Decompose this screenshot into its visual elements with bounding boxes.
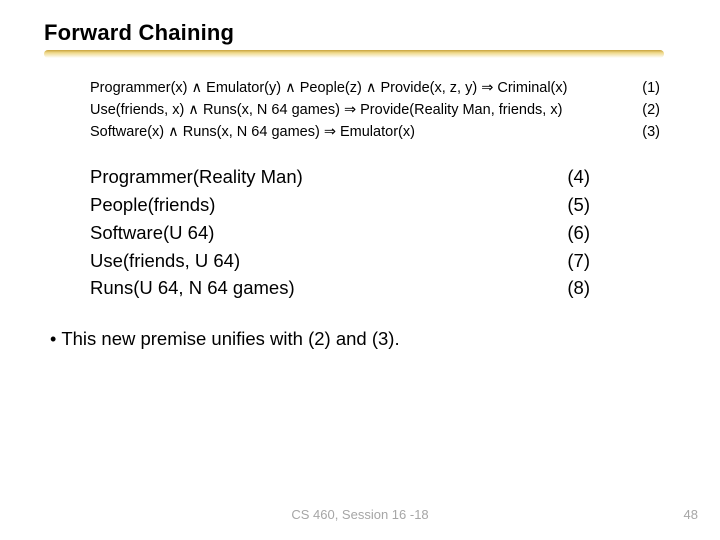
premise-row: Software(x) ∧ Runs(x, N 64 games) ⇒ Emul…	[90, 122, 700, 144]
fact-row: People(friends) (5)	[90, 191, 700, 219]
fact-row: Use(friends, U 64) (7)	[90, 247, 700, 275]
slide-number: 48	[684, 507, 698, 522]
premise-text: Software(x) ∧ Runs(x, N 64 games) ⇒ Emul…	[90, 122, 590, 144]
fact-number: (8)	[530, 274, 590, 302]
fact-number: (6)	[530, 219, 590, 247]
fact-number: (5)	[530, 191, 590, 219]
facts-block: Programmer(Reality Man) (4) People(frien…	[90, 163, 700, 302]
fact-text: Software(U 64)	[90, 219, 470, 247]
page-title: Forward Chaining	[44, 20, 700, 46]
fact-number: (7)	[530, 247, 590, 275]
premise-number: (1)	[620, 78, 660, 100]
premise-text: Use(friends, x) ∧ Runs(x, N 64 games) ⇒ …	[90, 100, 590, 122]
premise-row: Programmer(x) ∧ Emulator(y) ∧ People(z) …	[90, 78, 700, 100]
premises-block: Programmer(x) ∧ Emulator(y) ∧ People(z) …	[90, 78, 700, 143]
fact-row: Programmer(Reality Man) (4)	[90, 163, 700, 191]
fact-row: Runs(U 64, N 64 games) (8)	[90, 274, 700, 302]
footer-text: CS 460, Session 16 -18	[0, 507, 720, 522]
fact-number: (4)	[530, 163, 590, 191]
premise-row: Use(friends, x) ∧ Runs(x, N 64 games) ⇒ …	[90, 100, 700, 122]
slide: Forward Chaining Programmer(x) ∧ Emulato…	[0, 0, 720, 540]
premise-number: (3)	[620, 122, 660, 144]
fact-row: Software(U 64) (6)	[90, 219, 700, 247]
fact-text: Programmer(Reality Man)	[90, 163, 470, 191]
premise-text: Programmer(x) ∧ Emulator(y) ∧ People(z) …	[90, 78, 590, 100]
title-underline	[44, 50, 664, 58]
fact-text: Use(friends, U 64)	[90, 247, 470, 275]
bullet-point: This new premise unifies with (2) and (3…	[50, 328, 700, 350]
premise-number: (2)	[620, 100, 660, 122]
fact-text: Runs(U 64, N 64 games)	[90, 274, 470, 302]
fact-text: People(friends)	[90, 191, 470, 219]
